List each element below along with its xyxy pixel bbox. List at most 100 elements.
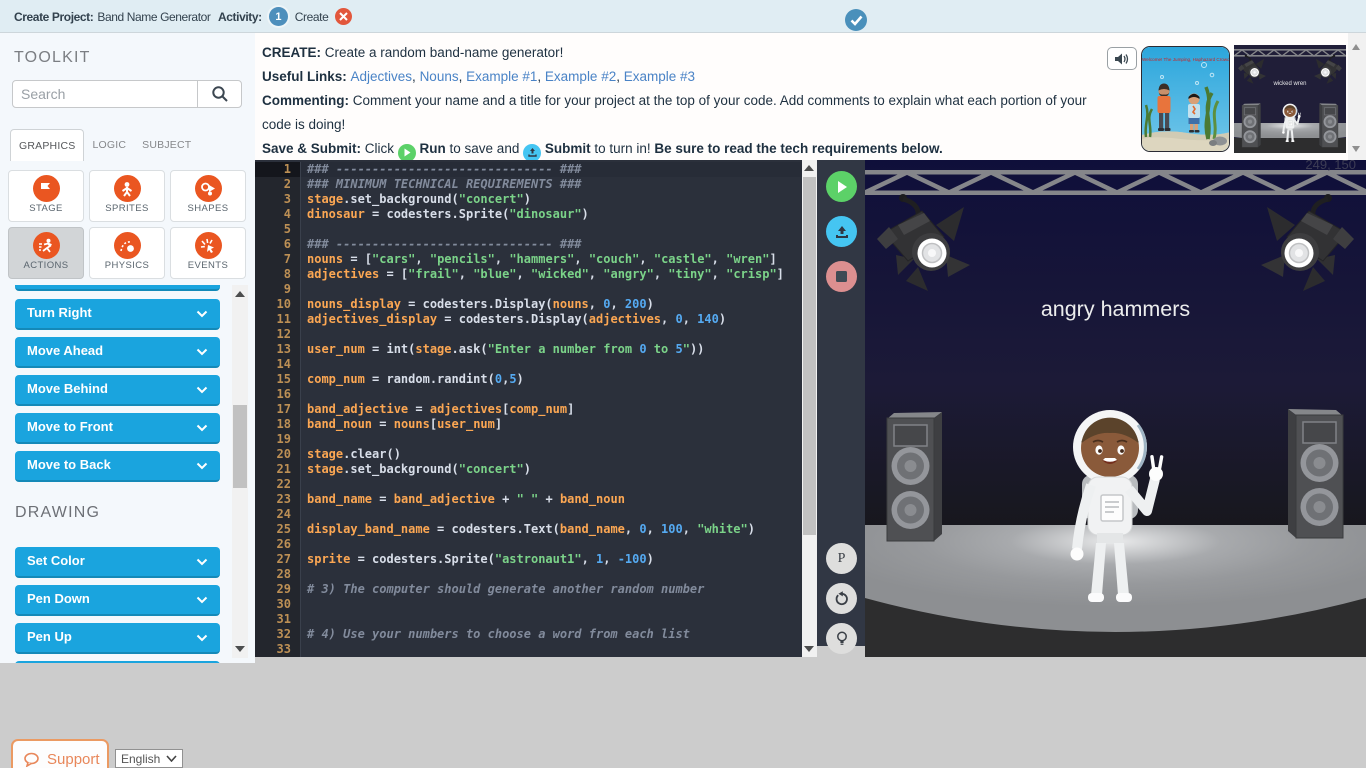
speaker-icon — [1114, 52, 1130, 66]
search-button[interactable] — [197, 81, 241, 107]
link[interactable]: Example #1 — [466, 69, 537, 84]
link[interactable]: Example #2 — [545, 69, 616, 84]
drawing-section-title: DRAWING — [15, 504, 100, 522]
language-select[interactable]: English — [115, 749, 183, 768]
code-line-23[interactable]: 23band_name = band_adjective + " " + ban… — [255, 492, 802, 507]
code-line-21[interactable]: 21stage.set_background("concert") — [255, 462, 802, 477]
code-line-13[interactable]: 13user_num = int(stage.ask("Enter a numb… — [255, 342, 802, 357]
block-move-behind[interactable]: Move Behind — [15, 375, 220, 406]
code-line-33[interactable]: 33 — [255, 642, 802, 657]
sidebar-scrollbar-thumb[interactable] — [233, 405, 247, 488]
toolkit-sidebar: TOOLKIT GRAPHICSLOGICSUBJECT STAGESPRITE… — [0, 33, 255, 663]
code-line-18[interactable]: 18band_noun = nouns[user_num] — [255, 417, 802, 432]
code-line-26[interactable]: 26 — [255, 537, 802, 552]
block-pen-down[interactable]: Pen Down — [15, 585, 220, 616]
tool-button-physics[interactable]: PHYSICS — [89, 227, 165, 279]
code-line-22[interactable]: 22 — [255, 477, 802, 492]
code-line-19[interactable]: 19 — [255, 432, 802, 447]
code-line-31[interactable]: 31 — [255, 612, 802, 627]
code-line-24[interactable]: 24 — [255, 507, 802, 522]
stage-band-name-text: angry hammers — [865, 297, 1366, 322]
physics-icon — [114, 232, 141, 259]
submit-icon — [523, 144, 541, 162]
support-label: Support — [47, 751, 100, 768]
activity-number-badge: 1 — [269, 7, 288, 26]
search-icon — [211, 85, 229, 103]
instructions-scrollbar[interactable] — [1348, 33, 1366, 160]
stage-icon — [33, 175, 60, 202]
activity-close-icon[interactable] — [335, 8, 352, 25]
code-line-5[interactable]: 5 — [255, 222, 802, 237]
code-line-30[interactable]: 30 — [255, 597, 802, 612]
tool-button-events[interactable]: EVENTS — [170, 227, 246, 279]
code-line-6[interactable]: 6### ------------------------------ ### — [255, 237, 802, 252]
stage-preview[interactable]: angry hammers 249, 150 — [865, 160, 1366, 657]
code-line-29[interactable]: 29# 3) The computer should generate anot… — [255, 582, 802, 597]
code-line-17[interactable]: 17band_adjective = adjectives[comp_num] — [255, 402, 802, 417]
link[interactable]: Adjectives — [351, 69, 413, 84]
block-partial-top[interactable] — [15, 285, 220, 291]
hint-button[interactable] — [826, 623, 857, 654]
code-line-15[interactable]: 15comp_num = random.randint(0,5) — [255, 372, 802, 387]
search-box[interactable] — [12, 80, 242, 108]
code-line-2[interactable]: 2### MINIMUM TECHNICAL REQUIREMENTS ### — [255, 177, 802, 192]
reset-icon — [834, 591, 850, 607]
code-editor[interactable]: 1### ------------------------------ ###2… — [255, 160, 802, 657]
block-move-to-back[interactable]: Move to Back — [15, 451, 220, 482]
code-line-7[interactable]: 7nouns = ["cars", "pencils", "hammers", … — [255, 252, 802, 267]
run-button[interactable] — [826, 171, 857, 202]
code-line-25[interactable]: 25display_band_name = codesters.Text(ban… — [255, 522, 802, 537]
tool-button-shapes[interactable]: SHAPES — [170, 170, 246, 222]
block-list: Turn Right Move Ahead Move Behind Move to F… — [0, 285, 232, 663]
language-value: English — [121, 752, 160, 766]
pause-button[interactable]: P — [826, 543, 857, 574]
tool-button-actions[interactable]: ACTIONS — [8, 227, 84, 279]
support-button[interactable]: Support — [11, 739, 109, 768]
tab-logic[interactable]: LOGIC — [84, 129, 134, 160]
editor-scrollbar[interactable] — [802, 160, 817, 657]
sidebar-scrollbar[interactable] — [232, 285, 248, 658]
activity-name: Create — [295, 10, 329, 24]
toolkit-title: TOOLKIT — [14, 49, 91, 67]
code-line-10[interactable]: 10nouns_display = codesters.Display(noun… — [255, 297, 802, 312]
sprites-icon — [114, 175, 141, 202]
tool-button-stage[interactable]: STAGE — [8, 170, 84, 222]
code-line-8[interactable]: 8adjectives = ["frail", "blue", "wicked"… — [255, 267, 802, 282]
tab-subject[interactable]: SUBJECT — [134, 129, 199, 160]
block-set-color[interactable]: Set Color — [15, 547, 220, 578]
reset-button[interactable] — [826, 583, 857, 614]
lightbulb-icon — [836, 631, 848, 646]
search-input[interactable] — [21, 82, 196, 106]
video-thumbnail-concert[interactable]: wicked wren — [1234, 45, 1346, 153]
code-line-28[interactable]: 28 — [255, 567, 802, 582]
code-line-27[interactable]: 27sprite = codesters.Sprite("astronaut1"… — [255, 552, 802, 567]
stop-button[interactable] — [826, 261, 857, 292]
video-thumbnail-underwater[interactable]: Welcome! The Jumping, Haphazard Crowds — [1141, 46, 1230, 152]
tool-button-sprites[interactable]: SPRITES — [89, 170, 165, 222]
editor-scrollbar-thumb[interactable] — [803, 177, 816, 535]
instructions-text: CREATE: Create a random band-name genera… — [262, 41, 1108, 162]
code-line-1[interactable]: 1### ------------------------------ ### — [255, 162, 802, 177]
run-icon — [398, 144, 416, 162]
code-line-9[interactable]: 9 — [255, 282, 802, 297]
volume-button[interactable] — [1107, 47, 1137, 70]
block-move-to-front[interactable]: Move to Front — [15, 413, 220, 444]
block-move-ahead[interactable]: Move Ahead — [15, 337, 220, 368]
submit-button[interactable] — [826, 216, 857, 247]
block-turn-right[interactable]: Turn Right — [15, 299, 220, 330]
project-name: Band Name Generator — [97, 10, 210, 24]
code-line-4[interactable]: 4dinosaur = codesters.Sprite("dinosaur") — [255, 207, 802, 222]
link[interactable]: Example #3 — [624, 69, 695, 84]
tab-graphics[interactable]: GRAPHICS — [10, 129, 84, 161]
link[interactable]: Nouns — [420, 69, 459, 84]
block-partial-bottom[interactable] — [15, 661, 220, 663]
code-line-32[interactable]: 32# 4) Use your numbers to choose a word… — [255, 627, 802, 642]
code-line-12[interactable]: 12 — [255, 327, 802, 342]
code-line-3[interactable]: 3stage.set_background("concert") — [255, 192, 802, 207]
block-pen-up[interactable]: Pen Up — [15, 623, 220, 654]
code-line-16[interactable]: 16 — [255, 387, 802, 402]
code-line-14[interactable]: 14 — [255, 357, 802, 372]
code-line-20[interactable]: 20stage.clear() — [255, 447, 802, 462]
run-button-column: P — [817, 160, 865, 646]
code-line-11[interactable]: 11adjectives_display = codesters.Display… — [255, 312, 802, 327]
